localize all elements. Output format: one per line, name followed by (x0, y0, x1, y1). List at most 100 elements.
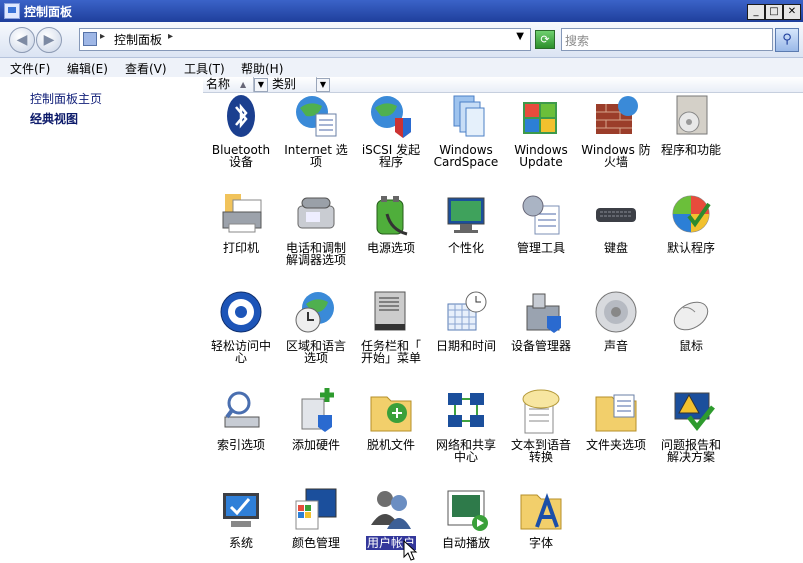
search-input[interactable]: 搜索 (561, 28, 773, 51)
column-category[interactable]: 类别 (269, 77, 317, 92)
control-panel-icon (4, 3, 20, 19)
system-icon (223, 493, 259, 527)
breadcrumb-control-panel[interactable]: 控制面板 (114, 31, 162, 48)
add-hardware-icon (301, 388, 334, 432)
offline-files-icon (370, 396, 412, 432)
item-label-text: 自动播放 (441, 536, 490, 550)
phone-modem-icon (297, 197, 335, 229)
item-label-text: 颜色管理 (291, 536, 340, 550)
firewall-icon (596, 96, 638, 134)
menu-view[interactable]: 查看(V) (125, 60, 167, 77)
classic-view-link[interactable]: 经典视图 (30, 110, 78, 127)
item-label-text: 系统 (228, 536, 253, 550)
item-label: 任务栏和「 开始」菜单 (353, 340, 429, 364)
item-label: 管理工具 (503, 242, 579, 254)
item-label: 键盘 (578, 242, 654, 254)
autoplay-icon (447, 490, 488, 531)
minimize-button[interactable]: _ (747, 4, 765, 20)
item-label-text: Windows 防 火墙 (581, 143, 651, 169)
item-label-text: 字体 (528, 536, 553, 550)
item-label-text: 日期和时间 (435, 339, 496, 353)
item-label: Windows Update (503, 144, 579, 168)
column-category-label: 类别 (272, 77, 297, 91)
refresh-button[interactable]: ⟳ (535, 30, 555, 49)
forward-button[interactable]: ▶ (36, 27, 62, 53)
problem-reports-icon (674, 392, 715, 432)
item-label: Bluetooth 设备 (203, 144, 279, 168)
menu-help[interactable]: 帮助(H) (241, 60, 283, 77)
item-label: 脱机文件 (353, 439, 429, 451)
sound-icon (595, 291, 637, 333)
item-label-text: 键盘 (603, 241, 628, 255)
item-label: Windows 防 火墙 (578, 144, 654, 168)
item-label-text: Windows CardSpace (433, 143, 499, 169)
item-label: 区域和语言 选项 (278, 340, 354, 364)
menu-tools[interactable]: 工具(T) (184, 60, 225, 77)
control-panel-items: Bluetooth 设备 Internet 选 项 iSCSI 发起 程序 Windo… (203, 92, 803, 563)
item-label-text: 电话和调制 解调器选项 (285, 241, 346, 267)
column-category-dropdown-icon[interactable]: ▼ (316, 78, 330, 92)
item-label-text: Internet 选 项 (284, 143, 348, 169)
power-icon (376, 196, 408, 236)
title-bar: 控制面板 _ □ ✕ (0, 0, 803, 22)
item-label-text: iSCSI 发起 程序 (361, 143, 421, 169)
item-label-text: Bluetooth 设备 (211, 143, 271, 169)
item-label: 设备管理器 (503, 340, 579, 352)
keyboard-icon (596, 208, 636, 222)
item-label-text: 电源选项 (366, 241, 415, 255)
sort-ascending-icon: ▲ (240, 80, 247, 89)
ease-of-access-icon (220, 291, 262, 333)
column-name-label: 名称 (206, 77, 231, 91)
breadcrumb-arrow-icon[interactable]: ▸ (168, 31, 173, 42)
folder-options-icon (595, 394, 637, 432)
item-label-text: 脱机文件 (366, 438, 415, 452)
item-label-text: 任务栏和「 开始」菜单 (360, 339, 421, 365)
search-button[interactable]: ⚲ (775, 28, 799, 52)
item-label-text: 管理工具 (516, 241, 565, 255)
item-label: Windows CardSpace (428, 144, 504, 168)
user-accounts-icon (371, 491, 411, 529)
column-name-dropdown-icon[interactable]: ▼ (254, 78, 268, 92)
item-label: 添加硬件 (278, 439, 354, 451)
address-bar[interactable]: ▸ 控制面板 ▸ ▼ (79, 28, 531, 51)
windows-update-icon (523, 102, 557, 134)
default-programs-icon (672, 195, 711, 233)
item-label: 程序和功能 (653, 144, 729, 156)
index-icon (224, 391, 260, 428)
item-label-text: 默认程序 (666, 241, 715, 255)
iscsi-icon (371, 96, 411, 138)
region-language-icon (295, 292, 334, 333)
item-label: 鼠标 (653, 340, 729, 352)
internet-options-icon (296, 96, 337, 137)
item-label: 问题报告和 解决方案 (653, 439, 729, 463)
breadcrumb-arrow-icon[interactable]: ▸ (100, 31, 105, 42)
control-panel-icon (83, 32, 97, 46)
control-panel-home-link[interactable]: 控制面板主页 (30, 90, 102, 107)
item-label: 字体 (503, 537, 579, 549)
item-label: 默认程序 (653, 242, 729, 254)
back-button[interactable]: ◀ (9, 27, 35, 53)
column-header-bar: 名称 ▲ ▼ 类别 ▼ (203, 77, 803, 93)
item-label-text: 个性化 (447, 241, 484, 255)
programs-icon (676, 95, 708, 135)
menu-file[interactable]: 文件(F) (10, 60, 50, 77)
column-name[interactable]: 名称 ▲ (203, 77, 254, 92)
item-label: 自动播放 (428, 537, 504, 549)
item-label: 电话和调制 解调器选项 (278, 242, 354, 266)
item-label: 打印机 (203, 242, 279, 254)
item-label: 个性化 (428, 242, 504, 254)
window-title: 控制面板 (24, 5, 73, 19)
maximize-button[interactable]: □ (765, 4, 783, 20)
item-label-text: 网络和共享 中心 (435, 438, 496, 464)
close-button[interactable]: ✕ (783, 4, 801, 20)
item-label-text: 设备管理器 (510, 339, 571, 353)
item-label-text: 打印机 (222, 241, 259, 255)
personalize-icon (447, 197, 485, 233)
admin-tools-icon (522, 195, 560, 235)
item-label: 索引选项 (203, 439, 279, 451)
mouse-cursor-icon (403, 540, 418, 561)
menu-edit[interactable]: 编辑(E) (67, 60, 108, 77)
item-label: Internet 选 项 (278, 144, 354, 168)
mouse-icon (673, 301, 709, 331)
address-dropdown-icon[interactable]: ▼ (516, 31, 524, 42)
